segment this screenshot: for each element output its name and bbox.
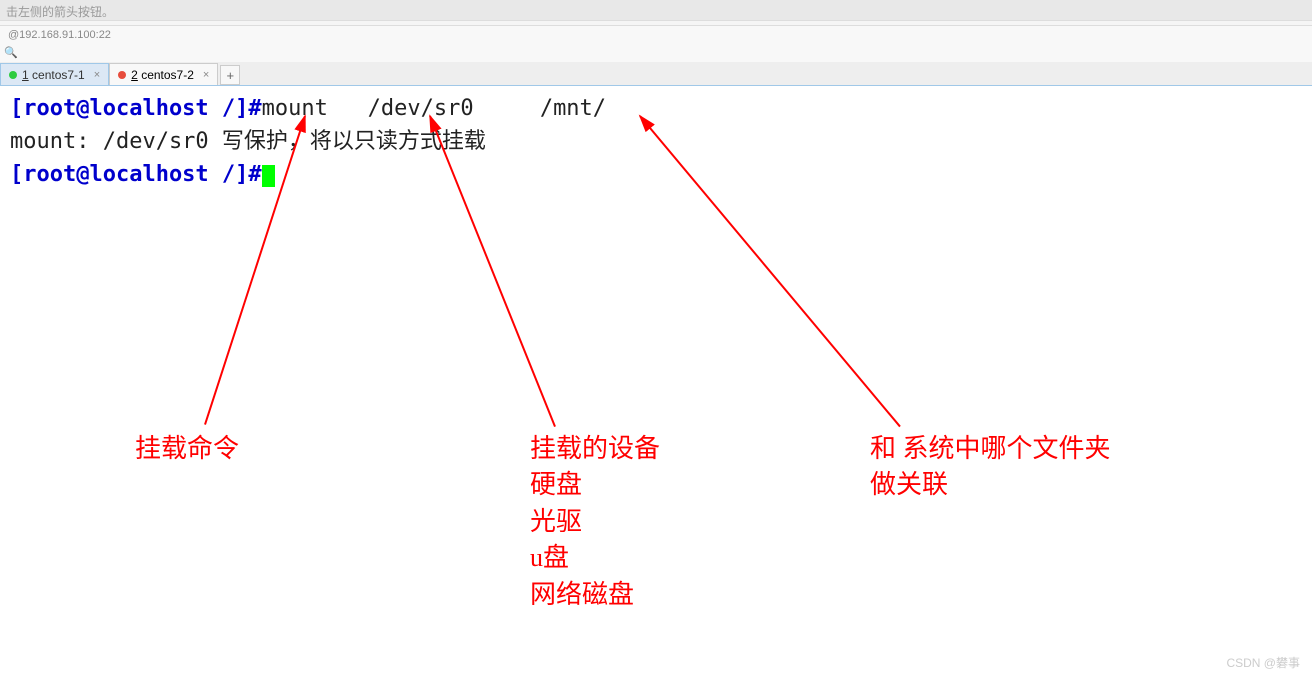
address-text: 192.168.91.100:22	[19, 29, 111, 41]
annotation-line: 网络磁盘	[530, 577, 660, 613]
tab-label: centos7-1	[32, 68, 85, 82]
annotation-line: u盘	[530, 540, 660, 576]
annotation-device: 挂载的设备 硬盘 光驱 u盘 网络磁盘	[530, 431, 660, 613]
terminal-area[interactable]: [root@localhost /]#mount /dev/sr0 /mnt/ …	[0, 86, 1312, 677]
hint-bar: 击左侧的箭头按钮。	[0, 0, 1312, 20]
annotation-line: 光驱	[530, 504, 660, 540]
annotation-line: 做关联	[870, 467, 1111, 503]
tab-bar: 1 centos7-1 × 2 centos7-2 × +	[0, 62, 1312, 86]
close-icon[interactable]: ×	[203, 69, 209, 81]
status-indicator-icon	[9, 71, 17, 79]
toolbar: 🔍	[0, 44, 1312, 62]
prompt: [root@localhost /]#	[10, 96, 262, 121]
prompt: [root@localhost /]#	[10, 162, 262, 187]
cursor	[262, 165, 275, 187]
annotation-line: 硬盘	[530, 467, 660, 503]
watermark: CSDN @礬事	[1226, 654, 1300, 671]
terminal-output: mount: /dev/sr0 写保护，将以只读方式挂载	[10, 125, 1302, 158]
tab-label: centos7-2	[141, 68, 194, 82]
tab-centos7-1[interactable]: 1 centos7-1 ×	[0, 63, 109, 85]
tab-number: 2	[131, 68, 138, 82]
annotation-line: 挂载的设备	[530, 431, 660, 467]
terminal-line: [root@localhost /]#mount /dev/sr0 /mnt/	[10, 92, 1302, 125]
status-indicator-icon	[118, 71, 126, 79]
tab-centos7-2[interactable]: 2 centos7-2 ×	[109, 63, 218, 85]
annotation-mount-point: 和 系统中哪个文件夹 做关联	[870, 431, 1111, 504]
annotation-mount-command: 挂载命令	[135, 431, 239, 467]
terminal-line: [root@localhost /]#	[10, 158, 1302, 191]
command-text: mount /dev/sr0 /mnt/	[262, 96, 606, 121]
address-bar: @192.168.91.100:22	[0, 26, 1312, 44]
annotation-line: 和 系统中哪个文件夹	[870, 431, 1111, 467]
close-icon[interactable]: ×	[94, 69, 100, 81]
search-icon[interactable]: 🔍	[4, 47, 18, 59]
add-tab-button[interactable]: +	[220, 65, 240, 85]
tab-number: 1	[22, 68, 29, 82]
